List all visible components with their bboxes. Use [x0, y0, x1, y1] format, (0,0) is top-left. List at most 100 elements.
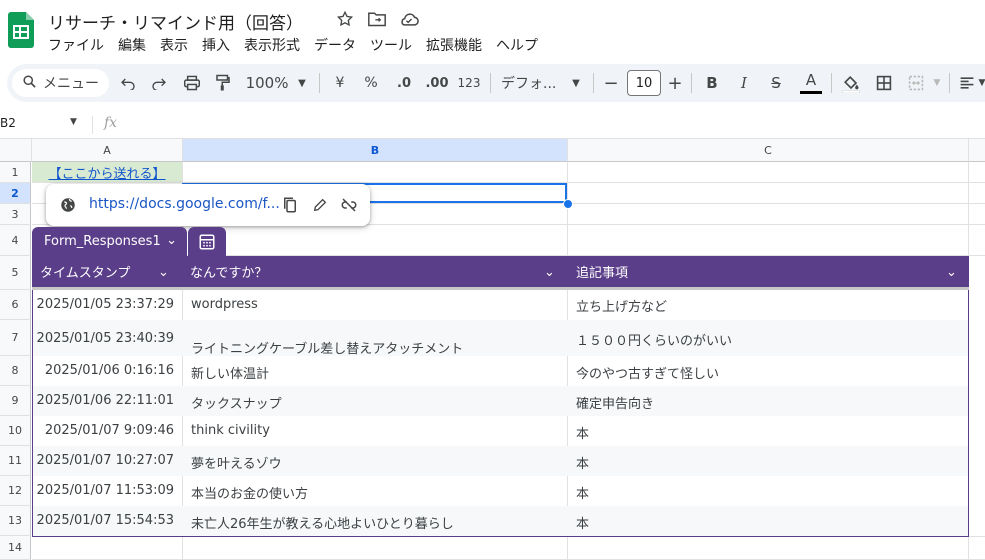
link-url[interactable]: https://docs.google.com/f...	[89, 196, 280, 212]
row-header[interactable]: 5	[0, 256, 31, 290]
cloud-saved-icon[interactable]	[398, 10, 419, 30]
column-header-c[interactable]: C	[568, 139, 969, 162]
row-header[interactable]: 6	[0, 290, 31, 320]
row-header[interactable]: 8	[0, 356, 31, 386]
paint-format-icon[interactable]	[212, 64, 234, 102]
table-row[interactable]: 2025/01/06 0:16:16 新しい体温計 今のやつ古すぎて怪しい	[33, 356, 968, 386]
note-cell[interactable]: 今のやつ古すぎて怪しい	[576, 363, 719, 382]
move-folder-icon[interactable]	[367, 10, 387, 30]
what-cell[interactable]: 本当のお金の使い方	[191, 483, 308, 502]
text-color-button[interactable]: A	[799, 64, 823, 102]
timestamp-cell[interactable]: 2025/01/06 22:11:01	[33, 393, 174, 408]
name-box[interactable]: B2 ▼	[0, 116, 80, 130]
italic-button[interactable]: I	[735, 64, 753, 102]
row-header[interactable]: 7	[0, 320, 31, 356]
what-cell[interactable]: ライトニングケーブル差し替えアタッチメント	[191, 338, 463, 357]
menu-format[interactable]: 表示形式	[244, 35, 306, 55]
menu-search-box[interactable]: メニュー	[12, 69, 109, 97]
select-all-corner[interactable]	[0, 139, 32, 162]
column-header-a[interactable]: A	[32, 139, 183, 162]
row-header[interactable]: 2	[0, 183, 31, 204]
menu-insert[interactable]: 挿入	[202, 35, 236, 55]
align-left-icon[interactable]	[957, 64, 977, 102]
row-header[interactable]: 9	[0, 386, 31, 416]
menu-tools[interactable]: ツール	[370, 35, 418, 55]
decrease-font-size-icon[interactable]: −	[603, 64, 619, 102]
table-header-note[interactable]: 追記事項	[576, 256, 628, 287]
table-header-what[interactable]: なんですか？	[190, 256, 267, 287]
menu-data[interactable]: データ	[314, 35, 362, 55]
row-header[interactable]: 1	[0, 162, 31, 183]
timestamp-cell[interactable]: 2025/01/07 9:09:46	[33, 423, 174, 438]
edit-link-icon[interactable]	[310, 195, 330, 215]
timestamp-cell[interactable]: 2025/01/07 11:53:09	[33, 483, 174, 498]
print-icon[interactable]	[181, 64, 203, 102]
what-chevron-down-icon[interactable]: ⌄	[544, 265, 555, 280]
table-row[interactable]: 2025/01/05 23:37:29 wordpress 立ち上げ方など	[33, 290, 968, 320]
timestamp-cell[interactable]: 2025/01/06 0:16:16	[33, 363, 174, 378]
percent-format-button[interactable]: %	[362, 64, 380, 102]
font-select[interactable]: デフォ...	[501, 64, 563, 102]
what-cell[interactable]: wordpress	[191, 297, 258, 312]
currency-format-button[interactable]: ¥	[331, 64, 349, 102]
menu-view[interactable]: 表示	[160, 35, 194, 55]
copy-link-icon[interactable]	[280, 195, 300, 215]
timestamp-cell[interactable]: 2025/01/07 10:27:07	[33, 453, 174, 468]
note-chevron-down-icon[interactable]: ⌄	[946, 265, 957, 280]
remove-link-icon[interactable]	[339, 195, 359, 215]
row-header[interactable]: 4	[0, 225, 31, 256]
what-cell[interactable]: タックスナップ	[191, 393, 282, 412]
table-row[interactable]: 2025/01/07 10:27:07 夢を叶えるゾウ 本	[33, 446, 968, 476]
note-cell[interactable]: 本	[576, 483, 589, 502]
undo-icon[interactable]	[117, 64, 139, 102]
timestamp-cell[interactable]: 2025/01/05 23:37:29	[33, 297, 174, 312]
note-cell[interactable]: 本	[576, 513, 589, 532]
timestamp-chevron-down-icon[interactable]: ⌄	[158, 265, 169, 280]
table-calculator-icon[interactable]	[188, 227, 226, 256]
menu-help[interactable]: ヘルプ	[496, 35, 544, 55]
note-cell[interactable]: 本	[576, 453, 589, 472]
star-icon[interactable]	[336, 10, 356, 30]
table-chevron-down-icon[interactable]: ⌄	[166, 233, 177, 248]
table-header-timestamp[interactable]: タイムスタンプ	[40, 256, 130, 287]
borders-icon[interactable]	[873, 64, 895, 102]
name-box-chevron-down-icon[interactable]: ▼	[70, 117, 77, 127]
note-cell[interactable]: 立ち上げ方など	[576, 296, 667, 315]
row-header[interactable]: 10	[0, 416, 31, 446]
what-cell[interactable]: think civility	[191, 423, 270, 438]
row-header[interactable]: 11	[0, 446, 31, 476]
strikethrough-button[interactable]: S	[767, 64, 785, 102]
note-cell[interactable]: 本	[576, 423, 589, 442]
what-cell[interactable]: 未亡人26年生が教える心地よいひとり暮らし	[191, 513, 454, 532]
table-row[interactable]: 2025/01/05 23:40:39 ライトニングケーブル差し替えアタッチメン…	[33, 320, 968, 357]
note-cell[interactable]: 確定申告向き	[576, 393, 654, 412]
timestamp-cell[interactable]: 2025/01/05 23:40:39	[33, 331, 174, 346]
merge-chevron-down-icon[interactable]: ▼	[931, 64, 943, 102]
menu-file[interactable]: ファイル	[48, 35, 110, 55]
what-cell[interactable]: 夢を叶えるゾウ	[191, 453, 282, 472]
row-header[interactable]: 3	[0, 204, 31, 225]
table-row[interactable]: 2025/01/07 9:09:46 think civility 本	[33, 416, 968, 446]
menu-extensions[interactable]: 拡張機能	[426, 35, 488, 55]
row-header[interactable]: 13	[0, 506, 31, 536]
fill-color-icon[interactable]	[839, 64, 863, 102]
cell-a1-link[interactable]: 【ここから送れる】	[32, 162, 182, 182]
table-row[interactable]: 2025/01/07 15:54:53 未亡人26年生が教える心地よいひとり暮ら…	[33, 506, 968, 536]
zoom-chevron-down-icon[interactable]: ▼	[295, 64, 309, 102]
zoom-select[interactable]: 100%	[246, 64, 289, 102]
bold-button[interactable]: B	[703, 64, 721, 102]
timestamp-cell[interactable]: 2025/01/07 15:54:53	[33, 513, 174, 528]
increase-font-size-icon[interactable]: +	[667, 64, 683, 102]
table-name-tab[interactable]: Form_Responses1 ⌄	[32, 227, 187, 256]
table-row[interactable]: 2025/01/06 22:11:01 タックスナップ 確定申告向き	[33, 386, 968, 416]
decrease-decimal-button[interactable]: .0	[393, 64, 415, 102]
font-chevron-down-icon[interactable]: ▼	[569, 64, 583, 102]
table-row[interactable]: 2025/01/07 11:53:09 本当のお金の使い方 本	[33, 476, 968, 506]
redo-icon[interactable]	[148, 64, 170, 102]
column-header-b[interactable]: B	[183, 139, 568, 162]
number-format-button[interactable]: 123	[456, 64, 482, 102]
menu-edit[interactable]: 編集	[118, 35, 152, 55]
merge-cells-icon[interactable]	[905, 64, 927, 102]
align-chevron-down-icon[interactable]: ▼	[977, 64, 985, 102]
column-header-d[interactable]	[969, 139, 985, 162]
